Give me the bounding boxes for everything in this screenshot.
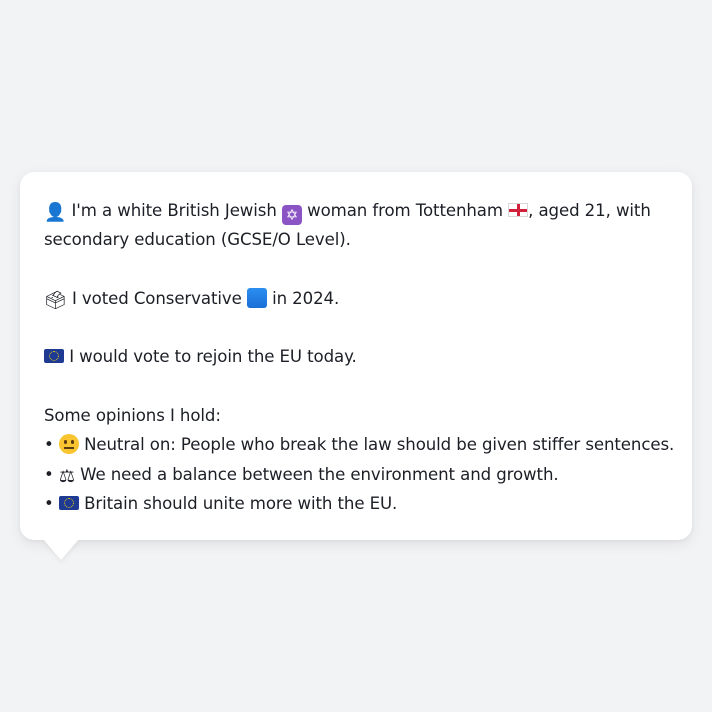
ballot-box-icon: 🗳: [44, 289, 67, 311]
intro-text-1: I'm a white British Jewish: [71, 201, 277, 220]
balance-scale-icon: ⚖: [58, 465, 75, 487]
vote-text-2: in 2024.: [272, 288, 340, 308]
bust-in-silhouette-icon: 👤: [44, 202, 67, 223]
eu-flag-icon: [58, 495, 79, 510]
blue-square-icon: [246, 287, 267, 308]
intro-line-1: 👤 I'm a white British Jewish ✡ woman fro…: [44, 196, 668, 225]
vote-line: 🗳 I voted Conservative in 2024.: [44, 284, 668, 313]
opinion-text: We need a balance between the environmen…: [80, 464, 559, 484]
opinion-item: • ⚖ We need a balance between the enviro…: [44, 460, 668, 489]
bullet: •: [44, 493, 54, 513]
education-text: secondary education (GCSE/O Level).: [44, 230, 351, 250]
canvas: 👤 I'm a white British Jewish ✡ woman fro…: [0, 0, 712, 712]
intro-text-3: , aged 21, with: [528, 201, 651, 220]
speech-bubble-tail: [43, 539, 79, 560]
neutral-face-icon: [58, 434, 79, 455]
eu-text: I would vote to rejoin the EU today.: [69, 347, 357, 367]
opinion-item: • Neutral on: People who break the law s…: [44, 430, 674, 459]
opinion-item: • Britain should unite more with the EU.: [44, 489, 668, 518]
bullet: •: [44, 435, 54, 455]
intro-line-2: secondary education (GCSE/O Level).: [44, 225, 668, 254]
opinion-text: Britain should unite more with the EU.: [84, 493, 398, 513]
opinion-text: Neutral on: People who break the law sho…: [84, 435, 675, 455]
england-flag-icon: [508, 203, 529, 217]
eu-flag-icon: [44, 349, 64, 364]
opinions-heading: Some opinions I hold:: [44, 406, 221, 426]
vote-text-1: I voted Conservative: [71, 288, 242, 308]
persona-speech-bubble: 👤 I'm a white British Jewish ✡ woman fro…: [20, 172, 692, 540]
star-of-david-icon: ✡: [281, 205, 302, 225]
intro-text-2: woman from Tottenham: [307, 201, 503, 220]
eu-line: I would vote to rejoin the EU today.: [44, 342, 668, 371]
bullet: •: [44, 464, 54, 484]
